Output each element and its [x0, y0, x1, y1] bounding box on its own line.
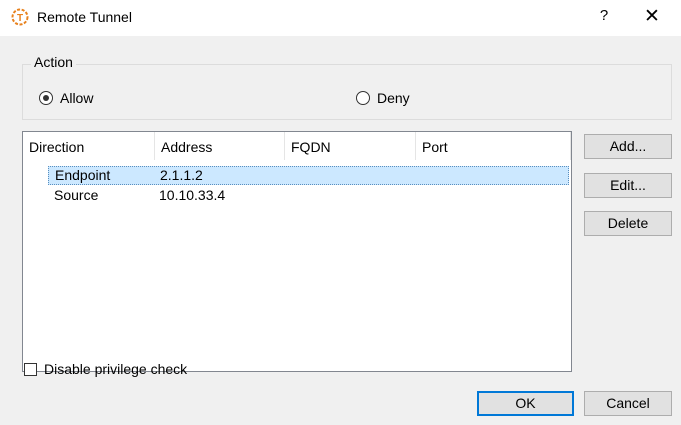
cancel-button[interactable]: Cancel: [584, 391, 672, 416]
table-row[interactable]: Source 10.10.33.4: [48, 187, 569, 206]
deny-radio[interactable]: Deny: [356, 90, 410, 106]
column-header-address[interactable]: Address: [155, 132, 285, 160]
help-button[interactable]: ?: [594, 7, 614, 24]
cell-address: 10.10.33.4: [159, 187, 226, 203]
column-header-direction[interactable]: Direction: [23, 132, 155, 160]
cell-address: 2.1.1.2: [160, 167, 203, 183]
remote-tunnel-app-icon: T: [11, 8, 29, 26]
window-title: Remote Tunnel: [37, 9, 132, 25]
title-bar: T Remote Tunnel ? ✕: [0, 0, 681, 36]
table-row[interactable]: Endpoint 2.1.1.2: [48, 166, 569, 185]
edit-button[interactable]: Edit...: [584, 173, 672, 198]
deny-radio-label: Deny: [377, 90, 410, 106]
privilege-checkbox[interactable]: [24, 362, 37, 376]
allow-radio[interactable]: Allow: [39, 90, 93, 106]
cell-direction: Endpoint: [55, 167, 111, 183]
disable-privilege-check[interactable]: Disable privilege check: [24, 361, 187, 377]
allow-radio-indicator[interactable]: [39, 91, 53, 105]
deny-radio-indicator[interactable]: [356, 91, 370, 105]
allow-radio-label: Allow: [60, 90, 94, 106]
delete-button[interactable]: Delete: [584, 211, 672, 236]
app-icon-letter: T: [17, 13, 23, 24]
ok-button[interactable]: OK: [477, 391, 574, 416]
rules-list[interactable]: Direction Address FQDN Port Endpoint 2.1…: [22, 131, 572, 372]
column-header-port[interactable]: Port: [416, 132, 571, 160]
close-button[interactable]: ✕: [642, 5, 662, 27]
cell-direction: Source: [54, 187, 99, 203]
column-header-fqdn[interactable]: FQDN: [285, 132, 416, 160]
action-groupbox: [22, 64, 672, 120]
action-group-label: Action: [31, 54, 76, 70]
add-button[interactable]: Add...: [584, 134, 672, 159]
privilege-checkbox-label: Disable privilege check: [44, 361, 188, 377]
list-header: Direction Address FQDN Port: [23, 132, 571, 160]
